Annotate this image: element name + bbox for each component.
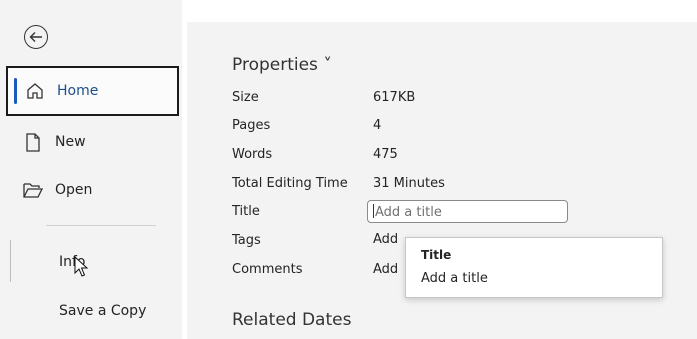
mouse-pointer-icon xyxy=(74,256,88,277)
nav-home[interactable]: Home xyxy=(6,66,179,116)
title-input-placeholder: Add a title xyxy=(375,205,442,220)
related-dates-heading: Related Dates xyxy=(232,310,352,330)
selected-indicator xyxy=(14,78,17,104)
nav-home-label: Home xyxy=(57,83,99,99)
tooltip-heading: Title xyxy=(421,248,452,262)
nav-new-label: New xyxy=(55,134,86,150)
nav-new[interactable]: New xyxy=(0,118,182,166)
back-button[interactable] xyxy=(24,25,48,49)
size-value: 617KB xyxy=(373,90,416,105)
words-value: 475 xyxy=(373,147,398,162)
nav-open[interactable]: Open xyxy=(0,166,182,214)
nav-save-a-copy[interactable]: Save a Copy xyxy=(59,303,146,319)
pages-label: Pages xyxy=(232,118,271,133)
home-icon xyxy=(25,81,45,101)
properties-heading[interactable]: Properties ˅ xyxy=(232,55,332,75)
new-document-icon xyxy=(23,132,43,152)
editing-time-label: Total Editing Time xyxy=(232,176,348,191)
editing-time-value: 31 Minutes xyxy=(373,176,445,191)
title-input[interactable]: Add a title xyxy=(367,200,568,223)
size-label: Size xyxy=(232,90,259,105)
pages-value: 4 xyxy=(373,118,382,133)
sidebar-divider xyxy=(46,225,156,226)
tags-value[interactable]: Add xyxy=(373,232,398,247)
title-label: Title xyxy=(232,204,260,219)
text-caret xyxy=(373,204,374,218)
comments-label: Comments xyxy=(232,262,303,277)
backstage-sidebar: Home New Open Info Save a Copy xyxy=(0,0,182,339)
open-folder-icon xyxy=(23,180,43,200)
comments-value[interactable]: Add xyxy=(373,262,398,277)
tooltip-body: Add a title xyxy=(421,271,488,286)
back-arrow-icon xyxy=(29,32,42,42)
words-label: Words xyxy=(232,147,273,162)
title-tooltip: Title Add a title xyxy=(405,237,663,298)
sidebar-scroll-indicator xyxy=(10,240,11,282)
tags-label: Tags xyxy=(232,233,261,248)
nav-open-label: Open xyxy=(55,182,93,198)
